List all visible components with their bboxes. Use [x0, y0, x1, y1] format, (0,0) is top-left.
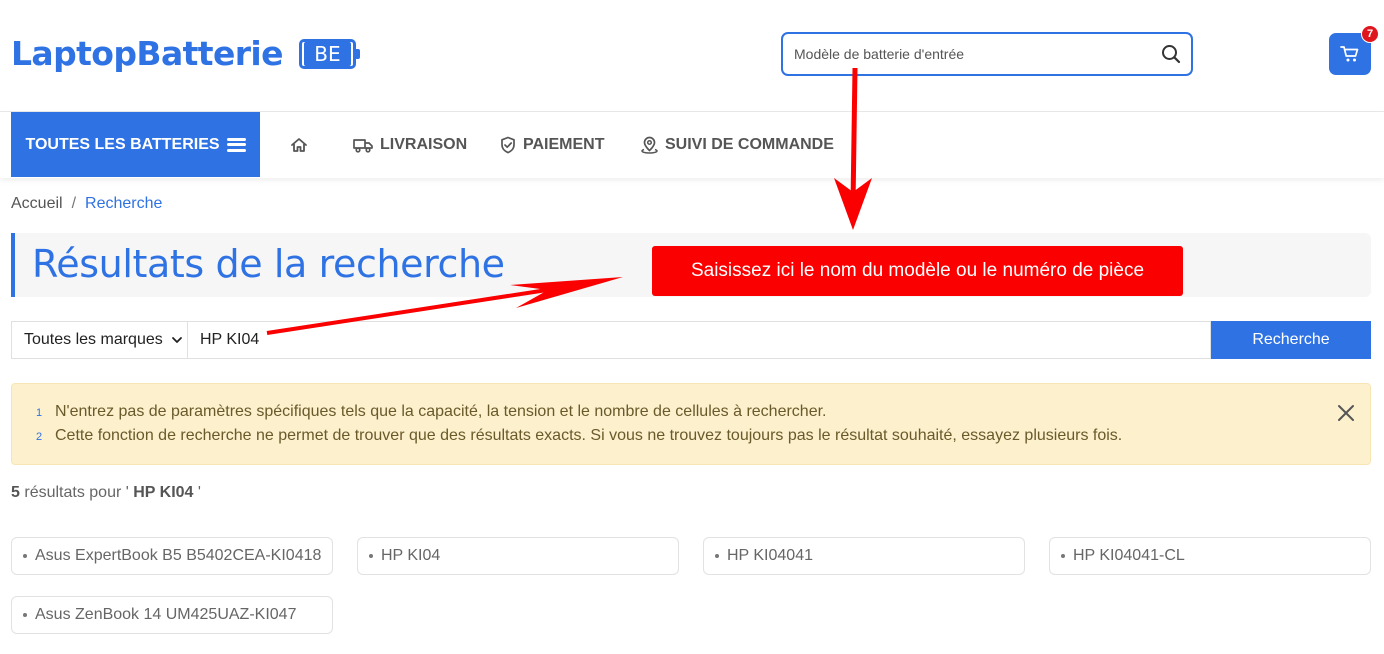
- result-item-label: Asus ZenBook 14 UM425UAZ-KI047: [35, 606, 297, 623]
- nav-home[interactable]: [290, 112, 315, 177]
- all-batteries-label: TOUTES LES BATTERIES: [25, 135, 220, 153]
- close-icon[interactable]: [1336, 403, 1356, 423]
- bullet-icon: [1061, 554, 1065, 558]
- notice-line-text: Cette fonction de recherche ne permet de…: [55, 427, 1123, 444]
- breadcrumb-home-link[interactable]: Accueil: [11, 195, 63, 212]
- breadcrumb: Accueil / Recherche: [11, 195, 162, 213]
- result-item[interactable]: Asus ExpertBook B5 B5402CEA-KI0418: [11, 537, 333, 575]
- bullet-icon: [715, 554, 719, 558]
- result-count-number: 5: [11, 484, 20, 501]
- brand-select[interactable]: Toutes les marques: [11, 321, 187, 359]
- logo-battery-badge: BE: [298, 38, 360, 69]
- chevron-down-icon: [172, 337, 182, 343]
- cart-count-badge: 7: [1361, 25, 1379, 43]
- search-form: Toutes les marques HP KI04 Recherche: [11, 321, 1371, 359]
- logo-badge-label: BE: [303, 41, 351, 66]
- bullet-icon: [23, 613, 27, 617]
- site-logo[interactable]: LaptopBatterie BE: [11, 34, 360, 73]
- shield-icon: [501, 136, 515, 153]
- notice-line-number: 1: [36, 407, 43, 419]
- notice-line-text: N'entrez pas de paramètres spécifiques t…: [55, 403, 827, 420]
- logo-text: LaptopBatterie: [11, 34, 284, 73]
- all-batteries-menu-button[interactable]: TOUTES LES BATTERIES: [11, 112, 260, 177]
- nav-suivi-commande-label: SUIVI DE COMMANDE: [665, 135, 834, 153]
- location-icon: [641, 136, 658, 154]
- nav-suivi-commande[interactable]: SUIVI DE COMMANDE: [641, 112, 834, 177]
- main-navbar: TOUTES LES BATTERIES LIVRAISON PAIEMENT …: [0, 112, 1384, 178]
- breadcrumb-current[interactable]: Recherche: [85, 195, 162, 212]
- brand-select-value: Toutes les marques: [24, 331, 163, 348]
- search-icon[interactable]: [1151, 34, 1191, 74]
- result-item-label: HP KI04041: [727, 547, 813, 564]
- result-item[interactable]: HP KI04041: [703, 537, 1025, 575]
- header-search-input[interactable]: [783, 34, 1151, 74]
- result-item[interactable]: HP KI04041-CL: [1049, 537, 1371, 575]
- result-count: 5 résultats pour ' HP KI04 ': [11, 484, 201, 502]
- home-icon: [291, 137, 307, 152]
- notice-line: 1 N'entrez pas de paramètres spécifiques …: [36, 403, 826, 421]
- nav-livraison-label: LIVRAISON: [380, 135, 468, 153]
- bullet-icon: [23, 554, 27, 558]
- result-count-query: HP KI04: [133, 484, 194, 501]
- result-count-prefix: résultats pour ': [24, 484, 129, 501]
- notice-line-number: 2: [36, 431, 43, 443]
- search-submit-button[interactable]: Recherche: [1211, 321, 1371, 359]
- result-item-label: HP KI04041-CL: [1073, 547, 1185, 564]
- model-search-input[interactable]: HP KI04: [187, 321, 1211, 359]
- result-item[interactable]: HP KI04: [357, 537, 679, 575]
- hamburger-menu-icon: [226, 137, 246, 152]
- page-title: Résultats de la recherche: [32, 242, 505, 286]
- cart-icon: [1340, 46, 1359, 62]
- result-item-label: Asus ExpertBook B5 B5402CEA-KI0418: [35, 547, 322, 564]
- bullet-icon: [369, 554, 373, 558]
- breadcrumb-separator: /: [71, 195, 77, 212]
- cart-button[interactable]: 7: [1329, 25, 1379, 75]
- search-tips-notice: 1 N'entrez pas de paramètres spécifiques …: [11, 383, 1371, 465]
- nav-paiement[interactable]: PAIEMENT: [500, 112, 604, 177]
- header-search: [781, 32, 1193, 76]
- nav-paiement-label: PAIEMENT: [523, 135, 605, 153]
- notice-line: 2 Cette fonction de recherche ne permet d…: [36, 427, 1122, 445]
- truck-icon: [353, 138, 373, 153]
- result-item[interactable]: Asus ZenBook 14 UM425UAZ-KI047: [11, 596, 333, 634]
- result-count-suffix: ': [197, 484, 201, 501]
- nav-livraison[interactable]: LIVRAISON: [353, 112, 467, 177]
- annotation-callout: Saisissez ici le nom du modèle ou le num…: [652, 246, 1183, 296]
- result-item-label: HP KI04: [381, 547, 441, 564]
